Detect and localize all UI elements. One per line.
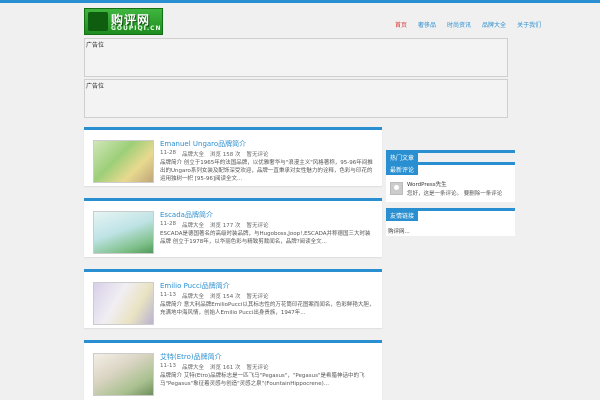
post-comments[interactable]: 暂无评论 <box>247 363 269 371</box>
post-comments[interactable]: 暂无评论 <box>247 150 269 158</box>
widget-popular: 热门文章 <box>386 150 515 163</box>
post-title[interactable]: Emilio Pucci品牌简介 <box>160 281 230 291</box>
post-category[interactable]: 品牌大全 <box>182 221 204 229</box>
avatar[interactable] <box>390 182 403 195</box>
ad-slot-1[interactable]: 广告位 <box>84 38 508 77</box>
post-excerpt: ESCADA是德国著名的高级时装品牌，与Hugoboss,Joop!,ESCAD… <box>160 231 371 245</box>
post-thumbnail[interactable] <box>93 282 154 325</box>
post-thumbnail[interactable] <box>93 353 154 396</box>
nav-item-fashion[interactable]: 时尚资讯 <box>447 20 471 29</box>
thumbnail-image <box>94 283 153 324</box>
post-thumbnail[interactable] <box>93 211 154 254</box>
post-thumbnail[interactable] <box>93 140 154 183</box>
nav-item-luxury[interactable]: 奢侈品 <box>418 20 436 29</box>
post-card: 艾特(Etro)品牌简介 11-13 品牌大全 浏览 161 次 暂无评论 品牌… <box>84 340 382 400</box>
post-card: Emanuel Ungaro品牌简介 11-28 品牌大全 浏览 158 次 暂… <box>84 127 382 186</box>
logo-mark-icon <box>88 12 108 31</box>
post-category[interactable]: 品牌大全 <box>182 150 204 158</box>
post-excerpt: 品牌简介 艾特(Etro)品牌标志是一匹飞马"Pegasus"，"Pegasus… <box>160 373 365 387</box>
post-meta: 11-28 品牌大全 浏览 177 次 暂无评论 <box>160 221 269 229</box>
post-comments[interactable]: 暂无评论 <box>247 221 269 229</box>
post-category[interactable]: 品牌大全 <box>182 363 204 371</box>
thumbnail-image <box>94 141 153 182</box>
post-card: Emilio Pucci品牌简介 11-13 品牌大全 浏览 154 次 暂无评… <box>84 269 382 328</box>
post-views: 浏览 161 次 <box>210 365 241 371</box>
widget-recent-comments: 最新评论 WordPress先生 您好，这是一条评论。 要删除一条评论 <box>386 162 515 202</box>
post-views: 浏览 177 次 <box>210 223 241 229</box>
main-nav: 首页 奢侈品 时尚资讯 品牌大全 关于我们 <box>395 20 552 29</box>
post-date: 11-13 <box>160 363 176 369</box>
link-item[interactable]: 购评网... <box>388 227 410 235</box>
post-card: Escada品牌简介 11-28 品牌大全 浏览 177 次 暂无评论 ESCA… <box>84 198 382 257</box>
widget-title: 友情链接 <box>386 208 419 221</box>
post-views: 浏览 154 次 <box>210 294 241 300</box>
post-date: 11-28 <box>160 221 176 227</box>
site-logo[interactable]: 购评网 GOUPIQI.CN <box>84 8 163 35</box>
post-excerpt: 品牌简介 创立于1965年的法国品牌，以优雅奢华与"浪漫主义"风格著称，95-9… <box>160 160 373 182</box>
widget-title: 最新评论 <box>386 162 419 175</box>
ad-label: 广告位 <box>86 42 105 49</box>
site-header: 购评网 GOUPIQI.CN 首页 奢侈品 时尚资讯 品牌大全 关于我们 <box>0 3 600 37</box>
comment-text[interactable]: 您好，这是一条评论。 要删除一条评论 <box>407 189 502 197</box>
comment-author[interactable]: WordPress先生 <box>407 180 447 188</box>
nav-item-about[interactable]: 关于我们 <box>517 20 541 29</box>
post-comments[interactable]: 暂无评论 <box>247 292 269 300</box>
post-category[interactable]: 品牌大全 <box>182 292 204 300</box>
nav-item-home[interactable]: 首页 <box>395 20 407 29</box>
post-excerpt: 品牌简介 意大利品牌EmilioPucci以其标志性的万花筒印花图案而闻名，色彩… <box>160 302 375 316</box>
nav-item-brands[interactable]: 品牌大全 <box>482 20 506 29</box>
post-title[interactable]: Emanuel Ungaro品牌简介 <box>160 139 246 149</box>
ad-slot-2[interactable]: 广告位 <box>84 79 508 118</box>
post-date: 11-13 <box>160 292 176 298</box>
post-title[interactable]: 艾特(Etro)品牌简介 <box>160 352 222 362</box>
ad-label: 广告位 <box>86 83 105 90</box>
widget-links: 友情链接 购评网... <box>386 208 515 236</box>
post-meta: 11-28 品牌大全 浏览 158 次 暂无评论 <box>160 150 269 158</box>
post-title[interactable]: Escada品牌简介 <box>160 210 213 220</box>
post-views: 浏览 158 次 <box>210 152 241 158</box>
post-meta: 11-13 品牌大全 浏览 161 次 暂无评论 <box>160 363 269 371</box>
post-date: 11-28 <box>160 150 176 156</box>
thumbnail-image <box>94 212 153 253</box>
logo-text-en: GOUPIQI.CN <box>111 25 162 32</box>
post-meta: 11-13 品牌大全 浏览 154 次 暂无评论 <box>160 292 269 300</box>
thumbnail-image <box>94 354 153 395</box>
